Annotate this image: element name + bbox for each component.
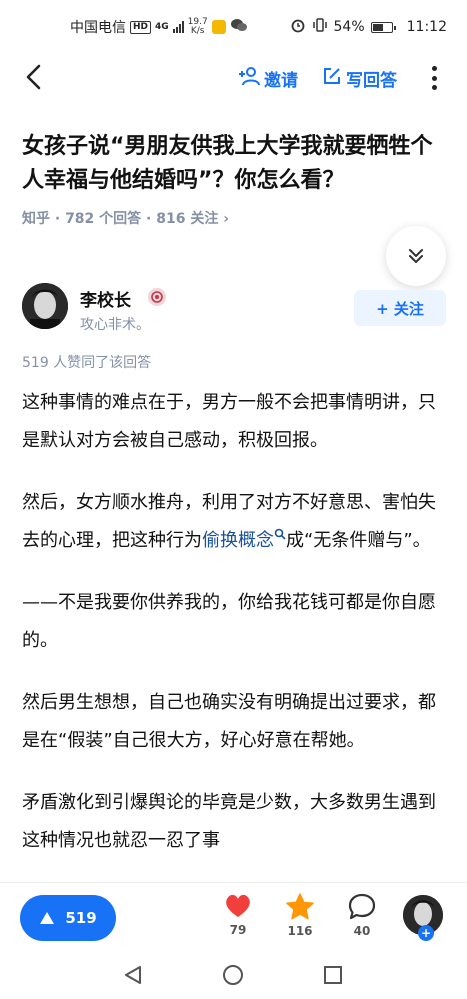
alarm-icon	[290, 17, 306, 37]
more-options-icon[interactable]	[428, 66, 440, 90]
author-name[interactable]: 李校长	[80, 286, 131, 311]
heart-icon	[226, 894, 250, 917]
status-bar: 中国电信 HD 4G 19.7 K/s 54% 11:12	[0, 0, 467, 48]
invite-user-icon	[238, 66, 260, 91]
double-chevron-down-icon	[409, 249, 423, 263]
upvote-triangle-icon	[40, 912, 55, 924]
follow-button[interactable]: + 关注	[354, 290, 446, 326]
collapse-button[interactable]	[386, 226, 446, 286]
system-nav-bar	[0, 954, 467, 999]
invite-button[interactable]: 邀请	[238, 66, 298, 91]
nav-home-icon[interactable]	[222, 964, 244, 990]
question-meta[interactable]: 知乎 · 782 个回答 · 816 关注 ›	[22, 208, 229, 228]
comment-button[interactable]: 40	[342, 893, 382, 938]
comment-count: 40	[353, 924, 371, 938]
write-answer-button[interactable]: 写回答	[322, 66, 397, 91]
top-nav: 邀请 写回答	[0, 48, 467, 108]
battery-icon	[370, 21, 396, 33]
wechat-icon	[230, 18, 248, 36]
answer-paragraph: 矛盾激化到引爆舆论的毕竟是少数，大多数男生遇到这种情况也就忍一忍了事	[22, 792, 436, 851]
vibrate-icon	[312, 17, 328, 37]
clock-time: 11:12	[406, 19, 447, 35]
author-bio: 攻心非术。	[80, 317, 150, 333]
answer-paragraph: 然后，女方顺水推舟，利用了对方不好意思、害怕失去的心理，把这种行为偷换概念 成“无…	[22, 484, 447, 560]
nav-recents-icon[interactable]	[322, 964, 344, 990]
nav-back-icon[interactable]	[122, 964, 144, 990]
answer-content: 这种事情的难点在于，男方一般不会把事情明讲，只是默认对方会被自己感动，积极回报。…	[22, 384, 447, 884]
back-button[interactable]	[20, 62, 50, 92]
answer-paragraph: 这种事情的难点在于，男方一般不会把事情明讲，只是默认对方会被自己感动，积极回报。	[22, 392, 436, 451]
signal-icon	[172, 21, 184, 33]
agree-count: 519 人赞同了该回答	[22, 355, 152, 371]
answer-paragraph: 然后男生想想，自己也确实没有明确提出过要求，都是在“假装”自己很大方，好心好意在…	[22, 692, 436, 751]
like-button[interactable]: 79	[218, 893, 258, 937]
notification-app-icon	[211, 20, 226, 34]
hd-badge: HD	[130, 20, 152, 34]
carrier-name: 中国电信	[70, 20, 126, 36]
favorite-count: 116	[287, 924, 313, 938]
favorite-button[interactable]: 116	[280, 893, 320, 938]
back-arrow-icon	[26, 64, 41, 90]
like-count: 79	[229, 923, 247, 937]
action-bar: 519 79 116 40 +	[0, 882, 467, 954]
network-speed: 19.7 K/s	[188, 18, 208, 36]
write-answer-label: 写回答	[346, 71, 397, 91]
network-type: 4G	[155, 22, 169, 32]
comment-bubble-icon	[348, 893, 376, 920]
upvote-count: 519	[65, 909, 97, 927]
paragraph-text: 成“无条件赠与”。	[286, 530, 431, 551]
keyword-link[interactable]: 偷换概念	[202, 528, 286, 551]
upvote-button[interactable]: 519	[20, 895, 116, 941]
add-icon[interactable]: +	[418, 925, 434, 941]
answer-paragraph: ——不是我要你供养我的，你给我花钱可都是你自愿的。	[22, 592, 436, 651]
invite-label: 邀请	[264, 71, 298, 91]
edit-icon	[322, 66, 342, 91]
battery-percent: 54%	[333, 19, 365, 35]
speed-unit: K/s	[190, 26, 205, 36]
author-avatar[interactable]	[22, 283, 68, 329]
author-badge-icon	[148, 288, 166, 306]
question-title[interactable]: 女孩子说“男朋友供我上大学我就要牺牲个人幸福与他结婚吗”？你怎么看？	[22, 130, 447, 198]
search-icon	[274, 528, 286, 540]
keyword-text: 偷换概念	[202, 530, 274, 551]
star-icon	[286, 893, 314, 920]
